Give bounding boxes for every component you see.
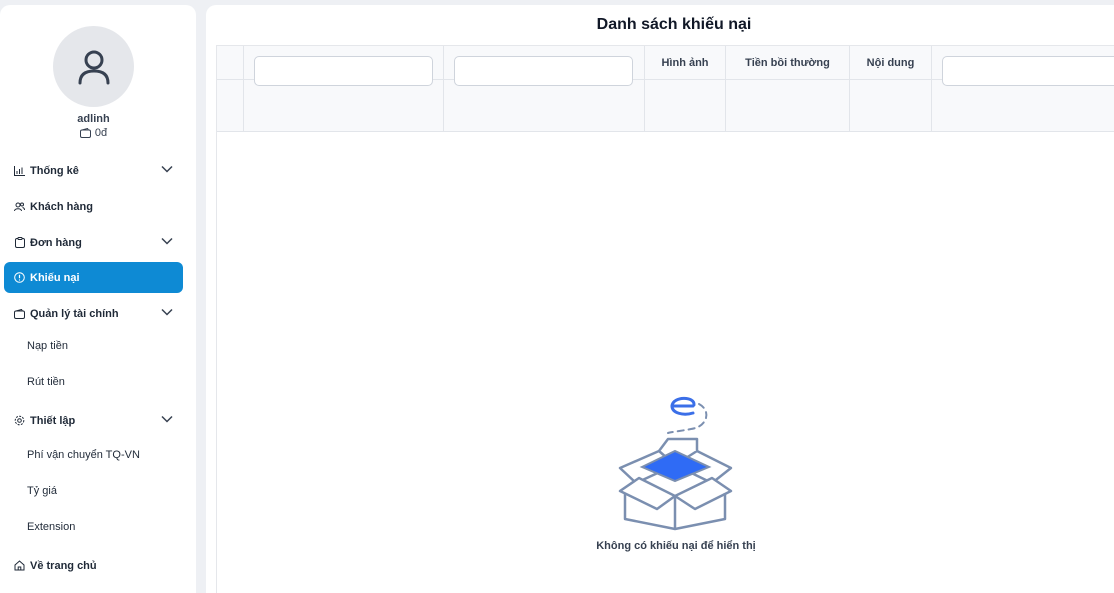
main-panel: Danh sách khiếu nại Tên tài khoản Mã đơn… [206,5,1114,593]
sidebar-subitem-phi-van-chuyen[interactable]: Phí vận chuyển TQ-VN [27,449,140,461]
sidebar-subitem-rut-tien[interactable]: Rút tiền [27,376,65,388]
account-filter-input[interactable] [254,56,433,86]
chevron-up-icon [161,308,173,316]
sidebar-item-thong-ke[interactable]: Thống kê [4,155,183,186]
sidebar-item-quan-ly-tai-chinh[interactable]: Quản lý tài chính [4,298,183,329]
bar-chart-icon [14,165,25,176]
sidebar-item-khieu-nai[interactable]: Khiếu nại [4,262,183,293]
wallet-icon [14,308,25,319]
page-title: Danh sách khiếu nại [596,16,752,33]
alert-circle-icon [14,272,25,283]
created-date-filter-input[interactable] [942,56,1114,86]
balance: 0đ [0,127,187,139]
sidebar-item-thiet-lap[interactable]: Thiết lập [4,405,183,436]
column-header-tien-boi-thuong[interactable]: Tiền bồi thường [726,46,849,80]
sidebar-item-label: Về trang chủ [30,559,97,572]
sidebar-item-don-hang[interactable]: Đơn hàng [4,227,183,258]
avatar[interactable] [53,26,134,107]
chevron-down-icon [161,415,173,423]
empty-box-icon [618,396,733,531]
sidebar-subitem-ty-gia[interactable]: Tỷ giá [27,485,57,497]
sidebar-item-khach-hang[interactable]: Khách hàng [4,191,183,222]
username: adlinh [77,113,110,125]
clipboard-icon [14,237,25,248]
sidebar-item-ve-trang-chu[interactable]: Về trang chủ [4,550,183,581]
table-filter-row [217,80,1114,132]
balance-value: 0đ [94,127,108,139]
sidebar-item-label: Thống kê [30,164,79,177]
sidebar-item-label: Khách hàng [30,200,93,213]
column-header-noi-dung[interactable]: Nội dung [850,46,931,80]
gear-icon [14,415,25,426]
sidebar-item-label: Đơn hàng [30,236,82,249]
sidebar-subitem-extension[interactable]: Extension [27,521,75,533]
wallet-icon [79,128,91,138]
sidebar-item-label: Thiết lập [30,414,76,427]
chevron-down-icon [161,237,173,245]
users-icon [14,201,25,212]
chevron-down-icon [161,165,173,173]
column-header-hinh-anh[interactable]: Hình ảnh [645,46,725,80]
sidebar-item-label: Khiếu nại [30,271,80,284]
empty-message: Không có khiếu nại để hiển thị [596,540,756,552]
order-code-filter-input[interactable] [454,56,633,86]
home-icon [14,560,25,571]
empty-state [576,391,776,536]
user-icon [78,50,109,84]
sidebar-item-label: Quản lý tài chính [30,307,119,320]
sidebar: adlinh 0đ Thống kê Khách hàng Đơn hàng K… [0,5,196,593]
sidebar-subitem-nap-tien[interactable]: Nạp tiền [27,340,68,352]
